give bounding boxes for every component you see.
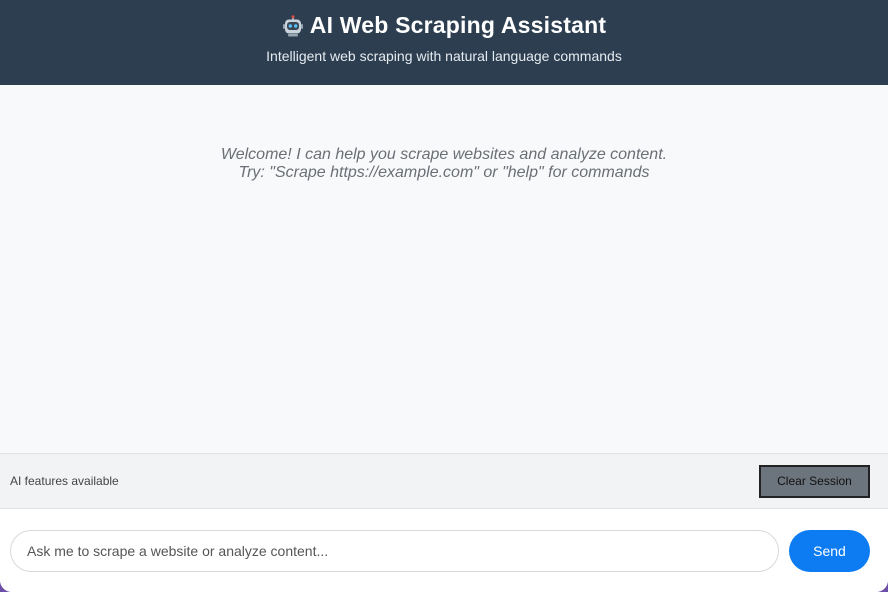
input-row: Send (0, 509, 888, 592)
clear-session-button[interactable]: Clear Session (759, 464, 870, 498)
welcome-message: Welcome! I can help you scrape websites … (0, 146, 888, 182)
robot-icon (282, 14, 304, 37)
app-window: AI Web Scraping Assistant Intelligent we… (0, 0, 888, 592)
page-title: AI Web Scraping Assistant (309, 12, 607, 38)
welcome-line: Welcome! I can help you scrape websites … (220, 146, 668, 163)
page-subtitle: Intelligent web scraping with natural la… (266, 48, 622, 64)
status-text: AI features available (10, 474, 119, 488)
header: AI Web Scraping Assistant Intelligent we… (0, 0, 888, 85)
chat-input[interactable] (10, 529, 779, 572)
welcome-hint-line: Try: "Scrape https://example.com" or "he… (238, 164, 650, 181)
send-button[interactable]: Send (789, 529, 870, 572)
status-bar: AI features available Clear Session (0, 453, 888, 509)
chat-messages-area: Welcome! I can help you scrape websites … (0, 85, 888, 453)
title-row: AI Web Scraping Assistant (0, 12, 888, 39)
